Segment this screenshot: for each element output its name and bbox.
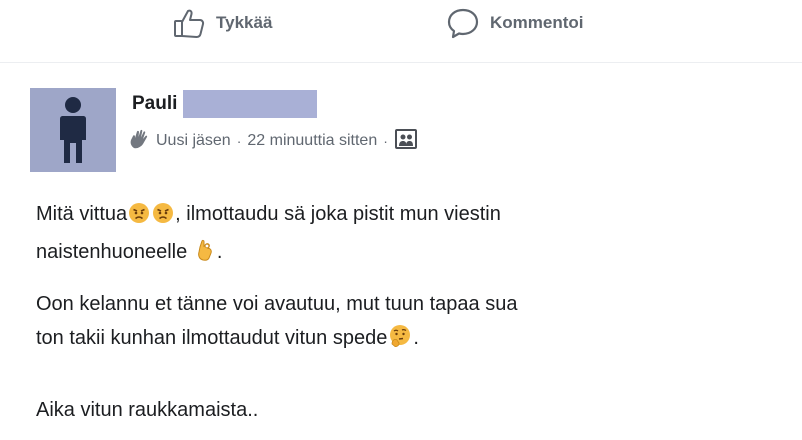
like-button[interactable]: Tykkää (172, 6, 272, 40)
like-label: Tykkää (216, 13, 273, 32)
author-name-row: Pauli (132, 90, 318, 118)
post-text-segment: Aika vitun raukkamaista.. (36, 399, 259, 421)
speech-bubble-icon (446, 6, 480, 40)
default-person-icon (60, 97, 86, 163)
post-paragraph: Oon kelannu et tänne voi avautuu, mut tu… (36, 287, 776, 359)
post-action-bar: Tykkää Kommentoi (0, 0, 802, 46)
thinking-face-icon (388, 324, 412, 359)
post-timestamp[interactable]: 22 minuuttia sitten (247, 132, 377, 150)
comment-button[interactable]: Kommentoi (446, 6, 584, 40)
group-audience-icon[interactable] (394, 128, 418, 155)
post-text-segment: . (413, 327, 419, 349)
post-text-segment: ton takii kunhan ilmottaudut vitun spede (36, 327, 388, 349)
post-paragraph: Aika vitun raukkamaista.. (36, 393, 776, 427)
waving-hand-icon (128, 128, 150, 155)
avatar[interactable] (30, 88, 116, 172)
author-name[interactable]: Pauli (132, 93, 177, 115)
meta-separator: · (383, 133, 388, 149)
ok-hand-icon (194, 238, 216, 273)
divider (0, 62, 802, 63)
angry-face-icon (128, 201, 150, 235)
post-text-segment: Oon kelannu et tänne voi avautuu, mut tu… (36, 293, 518, 315)
post-text: Mitä vittua , ilmottaudu sä joka pistit m… (36, 197, 776, 273)
thumbs-up-icon (172, 6, 206, 40)
comment-label: Kommentoi (490, 13, 584, 32)
post-text-segment: , ilmottaudu sä joka pistit mun viestin (175, 203, 501, 225)
post-text-segment: naistenhuoneelle (36, 241, 188, 263)
post-meta: Uusi jäsen · 22 minuuttia sitten · (128, 128, 418, 154)
name-redaction (183, 90, 318, 118)
angry-face-icon (152, 201, 174, 235)
post-paragraph: Mitä vittua , ilmottaudu sä joka pistit m… (36, 197, 776, 273)
meta-separator: · (236, 133, 242, 149)
post-text-segment: . (216, 241, 223, 263)
post-text-segment: Mitä vittua (36, 203, 128, 225)
member-badge: Uusi jäsen (156, 132, 231, 149)
